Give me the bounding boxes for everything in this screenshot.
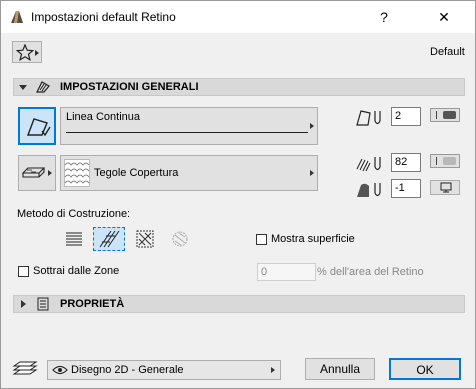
help-button[interactable]: ? <box>361 1 407 33</box>
document-icon <box>36 297 50 311</box>
cover-fill-method-button[interactable] <box>136 230 154 248</box>
line-type-dropdown[interactable]: Linea Continua <box>60 107 318 145</box>
pattern-pen-icon <box>356 155 386 173</box>
subtract-zones-checkbox[interactable] <box>18 266 29 277</box>
pen-color-swatch <box>443 157 456 165</box>
collapse-arrow-icon <box>19 85 27 90</box>
line-type-value: Linea Continua <box>66 111 141 123</box>
pen-bar <box>436 111 437 119</box>
show-surface-label: Mostra superficie <box>271 233 355 245</box>
app-logo-icon <box>10 10 24 24</box>
fill-pattern-preview <box>64 159 90 187</box>
line-type-toggle[interactable] <box>18 107 56 145</box>
favorites-button[interactable] <box>12 41 42 63</box>
show-surface-checkbox[interactable] <box>256 234 267 245</box>
properties-header[interactable]: PROPRIETÀ <box>13 295 465 313</box>
pattern-pen-field[interactable]: 82 <box>391 153 421 172</box>
pen-bar <box>436 157 437 165</box>
layers-icon <box>12 360 38 378</box>
subtract-zones-label: Sottrai dalle Zone <box>33 265 120 277</box>
eye-icon <box>52 364 68 376</box>
chevron-right-icon <box>310 170 314 176</box>
contour-pen-icon <box>356 109 386 127</box>
line-preview <box>66 132 308 133</box>
chevron-right-icon <box>310 123 314 129</box>
background-pen-value: -1 <box>395 182 405 194</box>
zone-percent-field: 0 <box>257 263 316 281</box>
fill-type-dropdown[interactable]: Tegole Copertura <box>60 155 318 191</box>
contour-pen-value: 2 <box>395 110 402 122</box>
background-pen-monitor-button[interactable] <box>430 180 460 195</box>
gradient-fill-method-button <box>170 230 190 248</box>
chevron-right-icon <box>271 367 275 373</box>
general-settings-header[interactable]: IMPOSTAZIONI GENERALI <box>13 78 465 96</box>
chevron-right-icon <box>48 170 52 176</box>
zone-percent-label: % dell'area del Retino <box>317 266 424 278</box>
draft-fill-method-button[interactable] <box>65 231 83 247</box>
pattern-pen-value: 82 <box>395 156 408 168</box>
fill-layers-icon <box>21 166 46 180</box>
title-bar: Impostazioni default Retino ? ✕ <box>1 1 475 33</box>
window-title: Impostazioni default Retino <box>31 10 176 24</box>
fill-type-value: Tegole Copertura <box>94 167 179 179</box>
dialog-window: Impostazioni default Retino ? ✕ Default … <box>0 0 476 389</box>
ok-button[interactable]: OK <box>389 358 461 380</box>
properties-title: PROPRIETÀ <box>60 298 125 310</box>
view-value: Disegno 2D - Generale <box>71 364 184 376</box>
fill-outline-icon <box>25 115 51 139</box>
close-button[interactable]: ✕ <box>421 1 467 33</box>
background-pen-icon <box>356 181 386 199</box>
expand-arrow-icon <box>21 300 26 308</box>
general-settings-title: IMPOSTAZIONI GENERALI <box>60 81 199 93</box>
cancel-button[interactable]: Annulla <box>305 358 375 380</box>
view-dropdown[interactable]: Disegno 2D - Generale <box>47 360 281 380</box>
fill-category-button[interactable] <box>18 155 56 191</box>
monitor-icon <box>440 182 452 193</box>
ok-label: OK <box>416 363 434 377</box>
construction-method-label: Metodo di Costruzione: <box>17 208 131 220</box>
pen-color-swatch <box>443 111 456 119</box>
cancel-label: Annulla <box>319 362 361 376</box>
background-pen-field[interactable]: -1 <box>391 179 421 198</box>
star-icon <box>15 43 35 62</box>
contour-pen-field[interactable]: 2 <box>391 107 421 126</box>
fill-settings-icon <box>35 80 51 94</box>
zone-percent-value: 0 <box>261 266 268 278</box>
chevron-right-icon <box>35 50 39 56</box>
contour-pen-swatch[interactable] <box>430 108 460 122</box>
pattern-pen-swatch[interactable] <box>430 154 460 168</box>
preset-name: Default <box>430 46 465 58</box>
cut-fill-method-button[interactable] <box>93 227 125 251</box>
